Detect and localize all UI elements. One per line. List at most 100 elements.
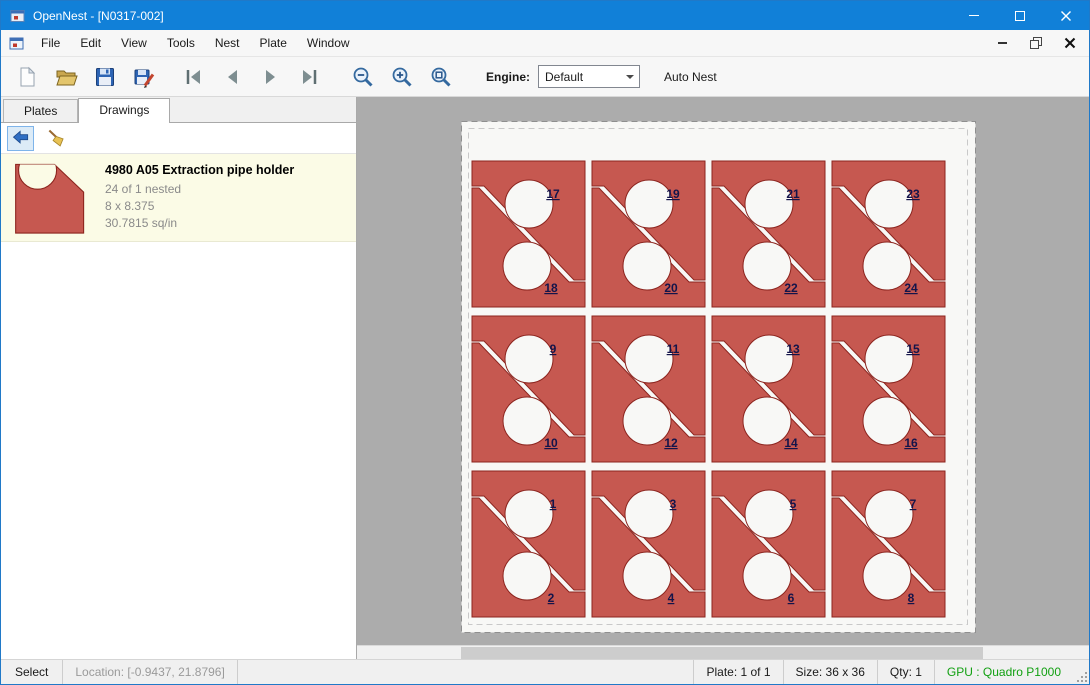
statusbar-mode: Select <box>1 660 63 684</box>
part-number: 11 <box>667 342 680 356</box>
part-notch <box>503 552 551 600</box>
open-button[interactable] <box>50 62 82 92</box>
auto-nest-button[interactable]: Auto Nest <box>656 66 725 88</box>
part-notch <box>863 552 911 600</box>
statusbar-qty: Qty: 1 <box>877 660 934 684</box>
part-number: 20 <box>664 281 678 295</box>
part-number: 13 <box>786 342 800 356</box>
part-number: 16 <box>904 436 918 450</box>
menu-window[interactable]: Window <box>297 30 360 56</box>
menu-file[interactable]: File <box>31 30 70 56</box>
drawing-size: 8 x 8.375 <box>105 198 294 215</box>
engine-selected-value: Default <box>539 70 621 84</box>
tab-drawings[interactable]: Drawings <box>78 98 170 123</box>
minimize-button[interactable] <box>951 1 997 30</box>
menu-view[interactable]: View <box>111 30 157 56</box>
statusbar-gpu: GPU : Quadro P1000 <box>934 660 1073 684</box>
part-number: 6 <box>788 591 795 605</box>
new-button[interactable] <box>11 62 43 92</box>
part-number: 19 <box>666 187 680 201</box>
zoom-in-button[interactable] <box>386 62 418 92</box>
return-parts-button[interactable] <box>7 126 34 151</box>
nav-previous-icon <box>220 65 244 89</box>
return-arrow-icon <box>11 128 31 148</box>
part-number: 24 <box>904 281 918 295</box>
part-number: 22 <box>784 281 798 295</box>
menu-plate[interactable]: Plate <box>250 30 297 56</box>
statusbar-plate: Plate: 1 of 1 <box>693 660 782 684</box>
first-plate-button[interactable] <box>177 62 209 92</box>
last-plate-button[interactable] <box>294 62 326 92</box>
part-notch <box>505 490 553 538</box>
zoom-out-button[interactable] <box>347 62 379 92</box>
part-number: 9 <box>550 342 557 356</box>
zoom-fit-button[interactable] <box>425 62 457 92</box>
part-number: 1 <box>550 497 557 511</box>
save-edit-button[interactable] <box>128 62 160 92</box>
app-icon <box>10 8 26 24</box>
save-button[interactable] <box>89 62 121 92</box>
drawing-nested-count: 24 of 1 nested <box>105 181 294 198</box>
drawings-tab-page: 4980 A05 Extraction pipe holder 24 of 1 … <box>1 123 356 659</box>
chevron-down-icon <box>621 66 639 87</box>
previous-plate-button[interactable] <box>216 62 248 92</box>
engine-label: Engine: <box>486 70 530 84</box>
scrollbar-thumb[interactable] <box>461 647 983 659</box>
part-notch <box>505 335 553 383</box>
part-number: 5 <box>790 497 797 511</box>
drawing-list-item[interactable]: 4980 A05 Extraction pipe holder 24 of 1 … <box>1 154 356 242</box>
engine-select[interactable]: Default <box>538 65 640 88</box>
child-minimize-icon <box>998 42 1007 44</box>
part-notch <box>865 490 913 538</box>
close-button[interactable] <box>1043 1 1089 30</box>
close-icon <box>1060 10 1072 22</box>
drawing-area: 30.7815 sq/in <box>105 215 294 232</box>
statusbar-spacer <box>238 660 694 684</box>
child-restore-icon <box>1030 37 1042 49</box>
horizontal-scrollbar[interactable] <box>357 645 1089 659</box>
maximize-button[interactable] <box>997 1 1043 30</box>
save-icon <box>93 65 117 89</box>
child-close-icon <box>1064 37 1076 49</box>
statusbar-location: Location: [-0.9437, 21.8796] <box>63 660 237 684</box>
next-plate-button[interactable] <box>255 62 287 92</box>
part-notch <box>625 490 673 538</box>
nav-next-icon <box>259 65 283 89</box>
child-minimize-button[interactable] <box>993 34 1011 52</box>
window-title: OpenNest - [N0317-002] <box>33 9 164 23</box>
plate: 171819202122232491011121314151612345678 <box>461 121 976 633</box>
part-number: 21 <box>786 187 800 201</box>
nest-canvas[interactable]: 171819202122232491011121314151612345678 <box>357 97 1089 659</box>
part-thumbnail <box>9 160 91 236</box>
zoom-in-icon <box>390 65 414 89</box>
tab-plates[interactable]: Plates <box>3 99 78 122</box>
main-toolbar: Engine: Default Auto Nest <box>1 57 1089 97</box>
child-restore-button[interactable] <box>1027 34 1045 52</box>
statusbar: Select Location: [-0.9437, 21.8796] Plat… <box>1 659 1089 684</box>
part-notch <box>745 490 793 538</box>
zoom-fit-icon <box>429 65 453 89</box>
part-notch <box>623 552 671 600</box>
nav-last-icon <box>298 65 322 89</box>
panel-tabs: Plates Drawings <box>1 97 356 123</box>
broom-icon <box>46 128 66 148</box>
left-panel: Plates Drawings <box>1 97 357 659</box>
part-number: 18 <box>544 281 558 295</box>
resize-grip[interactable] <box>1073 660 1089 684</box>
menubar: File Edit View Tools Nest Plate Window <box>1 30 1089 57</box>
open-folder-icon <box>54 65 78 89</box>
part-number: 7 <box>910 497 917 511</box>
menu-tools[interactable]: Tools <box>157 30 205 56</box>
resize-grip-icon <box>1075 670 1089 684</box>
part-number: 14 <box>784 436 798 450</box>
clean-button[interactable] <box>42 126 69 151</box>
child-close-button[interactable] <box>1061 34 1079 52</box>
part-number: 4 <box>668 591 675 605</box>
menu-edit[interactable]: Edit <box>70 30 111 56</box>
child-window-icon[interactable] <box>9 36 25 51</box>
opennest-window: OpenNest - [N0317-002] File Edit View To… <box>0 0 1090 685</box>
part-number: 15 <box>906 342 920 356</box>
titlebar[interactable]: OpenNest - [N0317-002] <box>1 1 1089 30</box>
menu-nest[interactable]: Nest <box>205 30 250 56</box>
part-notch <box>743 552 791 600</box>
